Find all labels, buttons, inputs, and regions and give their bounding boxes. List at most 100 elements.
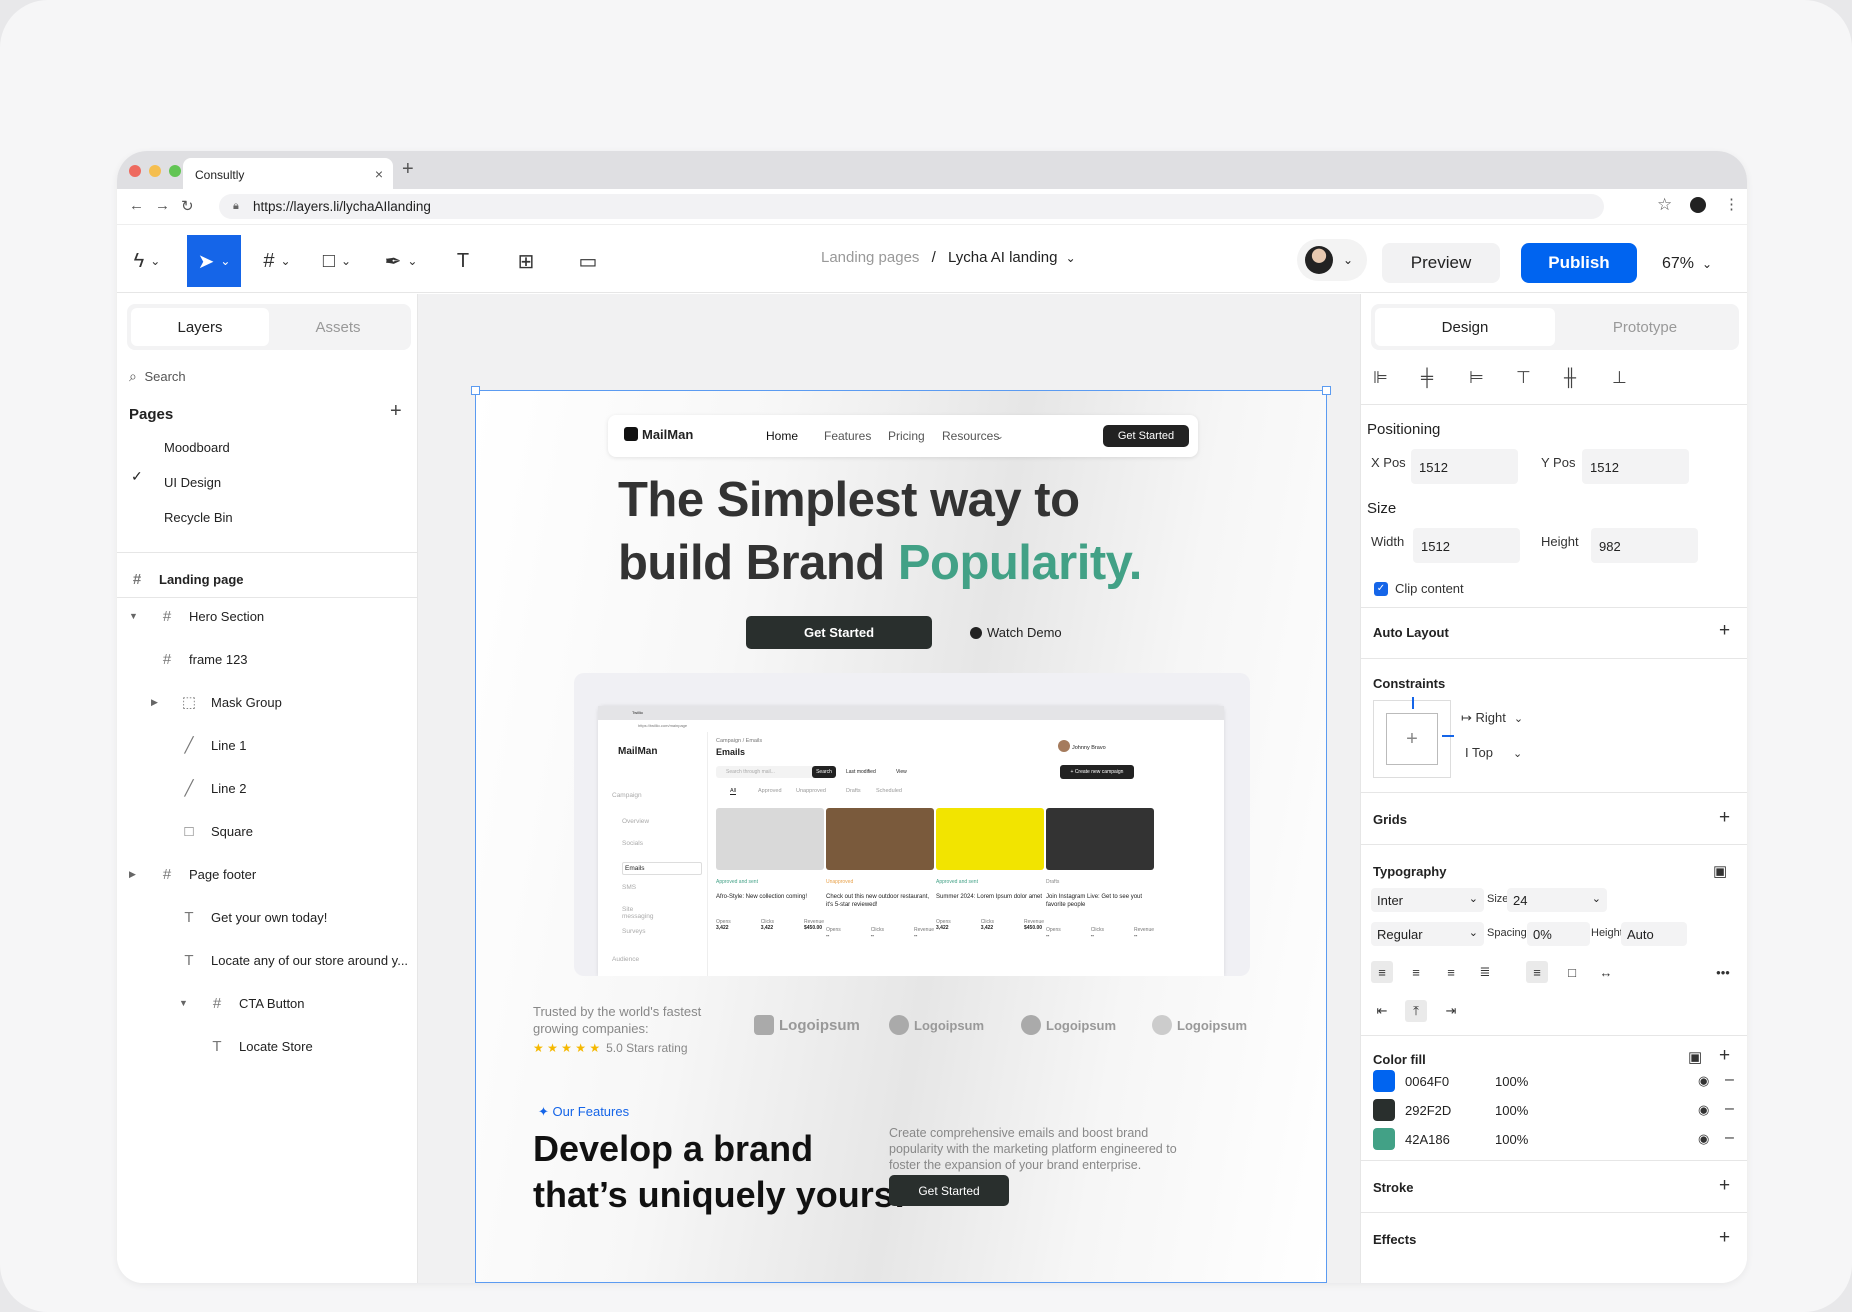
forward-icon[interactable]: → xyxy=(155,197,170,214)
text-align-center-icon[interactable]: ≡ xyxy=(1405,961,1427,983)
fill-swatch[interactable] xyxy=(1373,1070,1395,1092)
xpos-input[interactable]: 1512 xyxy=(1411,449,1518,484)
add-grid-icon[interactable]: + xyxy=(1719,807,1730,829)
font-weight-select[interactable]: Regular ⌄ xyxy=(1371,922,1484,946)
fill-opacity[interactable]: 100% xyxy=(1495,1103,1528,1118)
layer-item[interactable]: ╱ Line 1 xyxy=(181,735,246,755)
watch-demo-link[interactable]: Watch Demo xyxy=(970,625,1062,640)
ypos-input[interactable]: 1512 xyxy=(1582,449,1689,484)
align-left-icon[interactable]: ⊫ xyxy=(1373,368,1388,388)
fill-hex[interactable]: 0064F0 xyxy=(1405,1074,1449,1089)
align-bottom-icon[interactable]: ⊥ xyxy=(1612,368,1627,388)
profile-icon[interactable] xyxy=(1690,197,1706,213)
new-tab-button[interactable]: + xyxy=(402,158,414,181)
layer-item[interactable]: ╱ Line 2 xyxy=(181,778,246,798)
eye-icon[interactable]: ◉ xyxy=(1698,1073,1709,1089)
line-height-input[interactable]: Auto xyxy=(1621,922,1687,946)
caret-down-icon[interactable]: ▼ xyxy=(129,611,138,621)
text-align-right-icon[interactable]: ≡ xyxy=(1440,961,1462,983)
components-tool-button[interactable]: ⊞ xyxy=(510,235,542,287)
browser-tab[interactable]: Consultly × xyxy=(183,158,393,189)
layer-item[interactable]: T Locate any of our store around y... xyxy=(181,950,408,970)
preview-button[interactable]: Preview xyxy=(1382,243,1500,283)
fill-hex[interactable]: 292F2D xyxy=(1405,1103,1451,1118)
page-item-recycle-bin[interactable]: Recycle Bin xyxy=(164,510,233,525)
tab-design[interactable]: Design xyxy=(1375,308,1555,346)
width-input[interactable]: 1512 xyxy=(1413,528,1520,563)
features-cta-button[interactable]: Get Started xyxy=(889,1175,1009,1206)
fill-hex[interactable]: 42A186 xyxy=(1405,1132,1450,1147)
move-tool-button[interactable]: ➤ ⌄ xyxy=(187,235,241,287)
minimize-window-button[interactable] xyxy=(149,165,161,177)
remove-fill-icon[interactable]: – xyxy=(1725,1129,1734,1147)
zoom-dropdown[interactable]: 67% ⌄ xyxy=(1662,255,1712,273)
text-tool-button[interactable]: T xyxy=(447,235,479,287)
constraint-horizontal-select[interactable]: ↦ Right ⌄ xyxy=(1461,710,1523,726)
close-window-button[interactable] xyxy=(129,165,141,177)
tab-assets[interactable]: Assets xyxy=(269,308,407,346)
user-menu-button[interactable]: ⌄ xyxy=(1297,239,1367,281)
layer-item[interactable]: □ Square xyxy=(181,821,252,841)
site-nav-pricing[interactable]: Pricing xyxy=(888,429,925,443)
page-item-moodboard[interactable]: Moodboard xyxy=(164,440,230,455)
add-fill-icon[interactable]: + xyxy=(1719,1045,1730,1067)
maximize-window-button[interactable] xyxy=(169,165,181,177)
caret-right-icon[interactable]: ▶ xyxy=(129,869,136,880)
font-size-select[interactable]: 24 ⌄ xyxy=(1507,888,1607,912)
site-nav-cta[interactable]: Get Started xyxy=(1103,425,1189,447)
shape-tool-button[interactable]: □ ⌄ xyxy=(315,235,359,287)
fill-opacity[interactable]: 100% xyxy=(1495,1074,1528,1089)
fill-swatch[interactable] xyxy=(1373,1099,1395,1121)
layer-item[interactable]: T Get your own today! xyxy=(181,907,327,927)
add-page-icon[interactable]: + xyxy=(390,400,402,423)
caret-right-icon[interactable]: ▶ xyxy=(151,697,158,708)
clip-content-checkbox[interactable]: ✓ xyxy=(1374,582,1388,596)
fill-opacity[interactable]: 100% xyxy=(1495,1132,1528,1147)
frame-tool-button[interactable]: # ⌄ xyxy=(255,235,299,287)
breadcrumb-parent[interactable]: Landing pages xyxy=(821,249,919,266)
remove-fill-icon[interactable]: – xyxy=(1725,1071,1734,1089)
publish-button[interactable]: Publish xyxy=(1521,243,1637,283)
hero-cta-button[interactable]: Get Started xyxy=(746,616,932,649)
tab-prototype[interactable]: Prototype xyxy=(1555,308,1735,346)
main-menu-button[interactable]: ϟ ⌄ xyxy=(125,235,169,287)
color-styles-icon[interactable]: ▣ xyxy=(1688,1048,1702,1066)
chevron-down-icon[interactable]: ⌄ xyxy=(1066,251,1076,265)
comment-tool-button[interactable]: ▭ xyxy=(572,235,604,287)
fill-swatch[interactable] xyxy=(1373,1128,1395,1150)
url-field[interactable]: 🔒︎ https://layers.li/lychaAIlanding xyxy=(219,194,1604,219)
remove-fill-icon[interactable]: – xyxy=(1725,1100,1734,1118)
align-right-icon[interactable]: ⊨ xyxy=(1469,368,1484,388)
add-auto-layout-icon[interactable]: + xyxy=(1719,620,1730,642)
selected-frame[interactable]: MailMan Home Features Pricing Resources … xyxy=(471,386,1331,1283)
text-styles-icon[interactable]: ▣ xyxy=(1713,862,1727,880)
add-stroke-icon[interactable]: + xyxy=(1719,1175,1730,1197)
text-align-left-icon[interactable]: ≡ xyxy=(1371,961,1393,983)
resize-handle[interactable] xyxy=(471,386,480,395)
text-box-square-icon[interactable]: □ xyxy=(1561,961,1583,983)
breadcrumb-current[interactable]: Lycha AI landing xyxy=(948,249,1058,266)
tab-close-icon[interactable]: × xyxy=(375,166,383,182)
site-nav-home[interactable]: Home xyxy=(766,429,798,443)
design-canvas[interactable]: MailMan Home Features Pricing Resources … xyxy=(418,294,1360,1283)
page-item-ui-design[interactable]: UI Design xyxy=(164,475,221,490)
layer-item[interactable]: ▶ ⬚ Mask Group xyxy=(151,692,282,712)
pen-tool-button[interactable]: ✒ ⌄ xyxy=(379,235,423,287)
layer-item[interactable]: ▼ # CTA Button xyxy=(179,993,305,1013)
tab-layers[interactable]: Layers xyxy=(131,308,269,346)
site-nav-resources[interactable]: Resources xyxy=(942,429,999,443)
site-nav-features[interactable]: Features xyxy=(824,429,871,443)
letter-spacing-input[interactable]: 0% xyxy=(1527,922,1590,946)
text-auto-width-icon[interactable]: ↔ xyxy=(1595,961,1617,983)
text-align-justify-icon[interactable]: ≣ xyxy=(1474,961,1496,983)
layer-item[interactable]: T Locate Store xyxy=(209,1036,312,1056)
add-effect-icon[interactable]: + xyxy=(1719,1227,1730,1249)
height-input[interactable]: 982 xyxy=(1591,528,1698,563)
more-options-icon[interactable]: ••• xyxy=(1712,961,1734,983)
eye-icon[interactable]: ◉ xyxy=(1698,1131,1709,1147)
constraints-widget[interactable]: + xyxy=(1373,697,1454,778)
back-icon[interactable]: ← xyxy=(129,197,144,214)
resize-handle[interactable] xyxy=(1322,386,1331,395)
indent-right-icon[interactable]: ⇥ xyxy=(1440,1000,1462,1022)
layer-landing-page[interactable]: # Landing page xyxy=(129,569,244,589)
